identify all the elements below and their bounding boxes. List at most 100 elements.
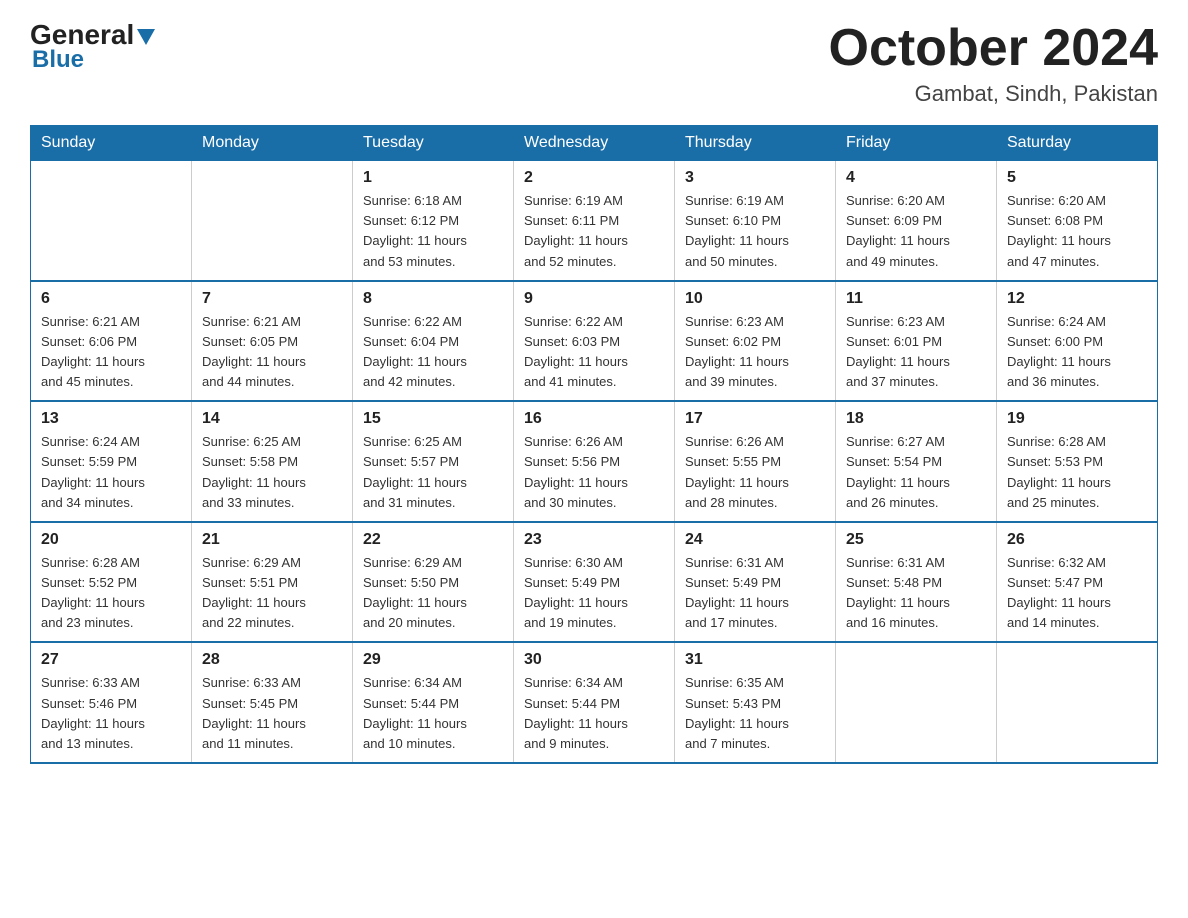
day-number: 13 [41,410,181,428]
calendar-cell: 4 Sunrise: 6:20 AMSunset: 6:09 PMDaylight… [836,161,997,281]
calendar-cell: 5 Sunrise: 6:20 AMSunset: 6:08 PMDaylight… [997,161,1158,281]
day-info: Sunrise: 6:18 AMSunset: 6:12 PMDaylight:… [363,191,503,272]
day-number: 2 [524,169,664,187]
calendar-cell: 17 Sunrise: 6:26 AMSunset: 5:55 PMDayligh… [675,401,836,522]
weekday-header-tuesday: Tuesday [353,126,514,161]
calendar-cell: 12Sunrise: 6:24 AMSunset: 6:00 PMDayligh… [997,281,1158,402]
day-info: Sunrise: 6:19 AMSunset: 6:10 PMDaylight:… [685,191,825,272]
calendar-cell: 3Sunrise: 6:19 AMSunset: 6:10 PMDaylight… [675,161,836,281]
day-number: 17 [685,410,825,428]
weekday-header-thursday: Thursday [675,126,836,161]
day-number: 24 [685,531,825,549]
day-number: 18 [846,410,986,428]
logo-general-text: General [30,21,134,49]
day-info: Sunrise: 6:22 AMSunset: 6:04 PMDaylight:… [363,312,503,393]
logo: General Blue [30,20,155,74]
calendar-cell [997,642,1158,763]
day-info: Sunrise: 6:28 AMSunset: 5:52 PMDaylight:… [41,553,181,634]
day-number: 7 [202,290,342,308]
calendar-cell: 19Sunrise: 6:28 AMSunset: 5:53 PMDayligh… [997,401,1158,522]
day-info: Sunrise: 6:33 AMSunset: 5:46 PMDaylight:… [41,673,181,754]
calendar-cell: 29 Sunrise: 6:34 AMSunset: 5:44 PMDayligh… [353,642,514,763]
calendar-cell [31,161,192,281]
day-number: 6 [41,290,181,308]
calendar-cell: 28Sunrise: 6:33 AMSunset: 5:45 PMDayligh… [192,642,353,763]
title-area: October 2024 Gambat, Sindh, Pakistan [829,20,1159,107]
weekday-header-friday: Friday [836,126,997,161]
day-info: Sunrise: 6:29 AMSunset: 5:51 PMDaylight:… [202,553,342,634]
calendar-week-row: 6 Sunrise: 6:21 AMSunset: 6:06 PMDaylight… [31,281,1158,402]
day-info: Sunrise: 6:30 AMSunset: 5:49 PMDaylight:… [524,553,664,634]
calendar-cell [836,642,997,763]
day-number: 26 [1007,531,1147,549]
calendar-cell: 26 Sunrise: 6:32 AMSunset: 5:47 PMDayligh… [997,522,1158,643]
calendar-cell: 7 Sunrise: 6:21 AMSunset: 6:05 PMDaylight… [192,281,353,402]
day-number: 21 [202,531,342,549]
calendar-cell: 31Sunrise: 6:35 AMSunset: 5:43 PMDayligh… [675,642,836,763]
day-number: 16 [524,410,664,428]
day-info: Sunrise: 6:35 AMSunset: 5:43 PMDaylight:… [685,673,825,754]
day-number: 27 [41,651,181,669]
day-number: 19 [1007,410,1147,428]
day-number: 12 [1007,290,1147,308]
day-info: Sunrise: 6:24 AMSunset: 5:59 PMDaylight:… [41,432,181,513]
day-number: 22 [363,531,503,549]
calendar-cell: 16 Sunrise: 6:26 AMSunset: 5:56 PMDayligh… [514,401,675,522]
calendar-cell: 20 Sunrise: 6:28 AMSunset: 5:52 PMDayligh… [31,522,192,643]
weekday-header-wednesday: Wednesday [514,126,675,161]
day-info: Sunrise: 6:23 AMSunset: 6:01 PMDaylight:… [846,312,986,393]
day-info: Sunrise: 6:32 AMSunset: 5:47 PMDaylight:… [1007,553,1147,634]
day-info: Sunrise: 6:21 AMSunset: 6:06 PMDaylight:… [41,312,181,393]
day-number: 30 [524,651,664,669]
day-info: Sunrise: 6:31 AMSunset: 5:49 PMDaylight:… [685,553,825,634]
day-number: 14 [202,410,342,428]
calendar-cell: 30 Sunrise: 6:34 AMSunset: 5:44 PMDayligh… [514,642,675,763]
day-number: 5 [1007,169,1147,187]
calendar-week-row: 27 Sunrise: 6:33 AMSunset: 5:46 PMDayligh… [31,642,1158,763]
calendar-cell: 23 Sunrise: 6:30 AMSunset: 5:49 PMDayligh… [514,522,675,643]
weekday-header-sunday: Sunday [31,126,192,161]
day-number: 29 [363,651,503,669]
calendar-cell [192,161,353,281]
day-info: Sunrise: 6:21 AMSunset: 6:05 PMDaylight:… [202,312,342,393]
day-info: Sunrise: 6:27 AMSunset: 5:54 PMDaylight:… [846,432,986,513]
calendar-cell: 9Sunrise: 6:22 AMSunset: 6:03 PMDaylight… [514,281,675,402]
calendar-cell: 1Sunrise: 6:18 AMSunset: 6:12 PMDaylight… [353,161,514,281]
location-subtitle: Gambat, Sindh, Pakistan [829,81,1159,107]
day-number: 10 [685,290,825,308]
calendar-cell: 24 Sunrise: 6:31 AMSunset: 5:49 PMDayligh… [675,522,836,643]
calendar-cell: 6 Sunrise: 6:21 AMSunset: 6:06 PMDaylight… [31,281,192,402]
day-info: Sunrise: 6:20 AMSunset: 6:09 PMDaylight:… [846,191,986,272]
calendar-cell: 10Sunrise: 6:23 AMSunset: 6:02 PMDayligh… [675,281,836,402]
calendar-cell: 2 Sunrise: 6:19 AMSunset: 6:11 PMDaylight… [514,161,675,281]
day-info: Sunrise: 6:34 AMSunset: 5:44 PMDaylight:… [363,673,503,754]
day-number: 25 [846,531,986,549]
day-number: 11 [846,290,986,308]
calendar-cell: 11 Sunrise: 6:23 AMSunset: 6:01 PMDayligh… [836,281,997,402]
calendar-week-row: 13 Sunrise: 6:24 AMSunset: 5:59 PMDayligh… [31,401,1158,522]
weekday-header-row: SundayMondayTuesdayWednesdayThursdayFrid… [31,126,1158,161]
day-info: Sunrise: 6:20 AMSunset: 6:08 PMDaylight:… [1007,191,1147,272]
day-info: Sunrise: 6:22 AMSunset: 6:03 PMDaylight:… [524,312,664,393]
day-number: 15 [363,410,503,428]
day-number: 23 [524,531,664,549]
calendar-cell: 25Sunrise: 6:31 AMSunset: 5:48 PMDayligh… [836,522,997,643]
calendar-cell: 27 Sunrise: 6:33 AMSunset: 5:46 PMDayligh… [31,642,192,763]
calendar-cell: 13 Sunrise: 6:24 AMSunset: 5:59 PMDayligh… [31,401,192,522]
calendar-cell: 18 Sunrise: 6:27 AMSunset: 5:54 PMDayligh… [836,401,997,522]
month-title: October 2024 [829,20,1159,77]
calendar-cell: 22Sunrise: 6:29 AMSunset: 5:50 PMDayligh… [353,522,514,643]
logo-blue-text: Blue [32,46,84,74]
day-number: 20 [41,531,181,549]
day-info: Sunrise: 6:26 AMSunset: 5:55 PMDaylight:… [685,432,825,513]
day-number: 4 [846,169,986,187]
calendar-cell: 21 Sunrise: 6:29 AMSunset: 5:51 PMDayligh… [192,522,353,643]
calendar-cell: 14 Sunrise: 6:25 AMSunset: 5:58 PMDayligh… [192,401,353,522]
day-info: Sunrise: 6:25 AMSunset: 5:58 PMDaylight:… [202,432,342,513]
page-header: General Blue October 2024 Gambat, Sindh,… [30,20,1158,107]
day-number: 8 [363,290,503,308]
day-info: Sunrise: 6:26 AMSunset: 5:56 PMDaylight:… [524,432,664,513]
day-info: Sunrise: 6:34 AMSunset: 5:44 PMDaylight:… [524,673,664,754]
weekday-header-saturday: Saturday [997,126,1158,161]
day-info: Sunrise: 6:19 AMSunset: 6:11 PMDaylight:… [524,191,664,272]
